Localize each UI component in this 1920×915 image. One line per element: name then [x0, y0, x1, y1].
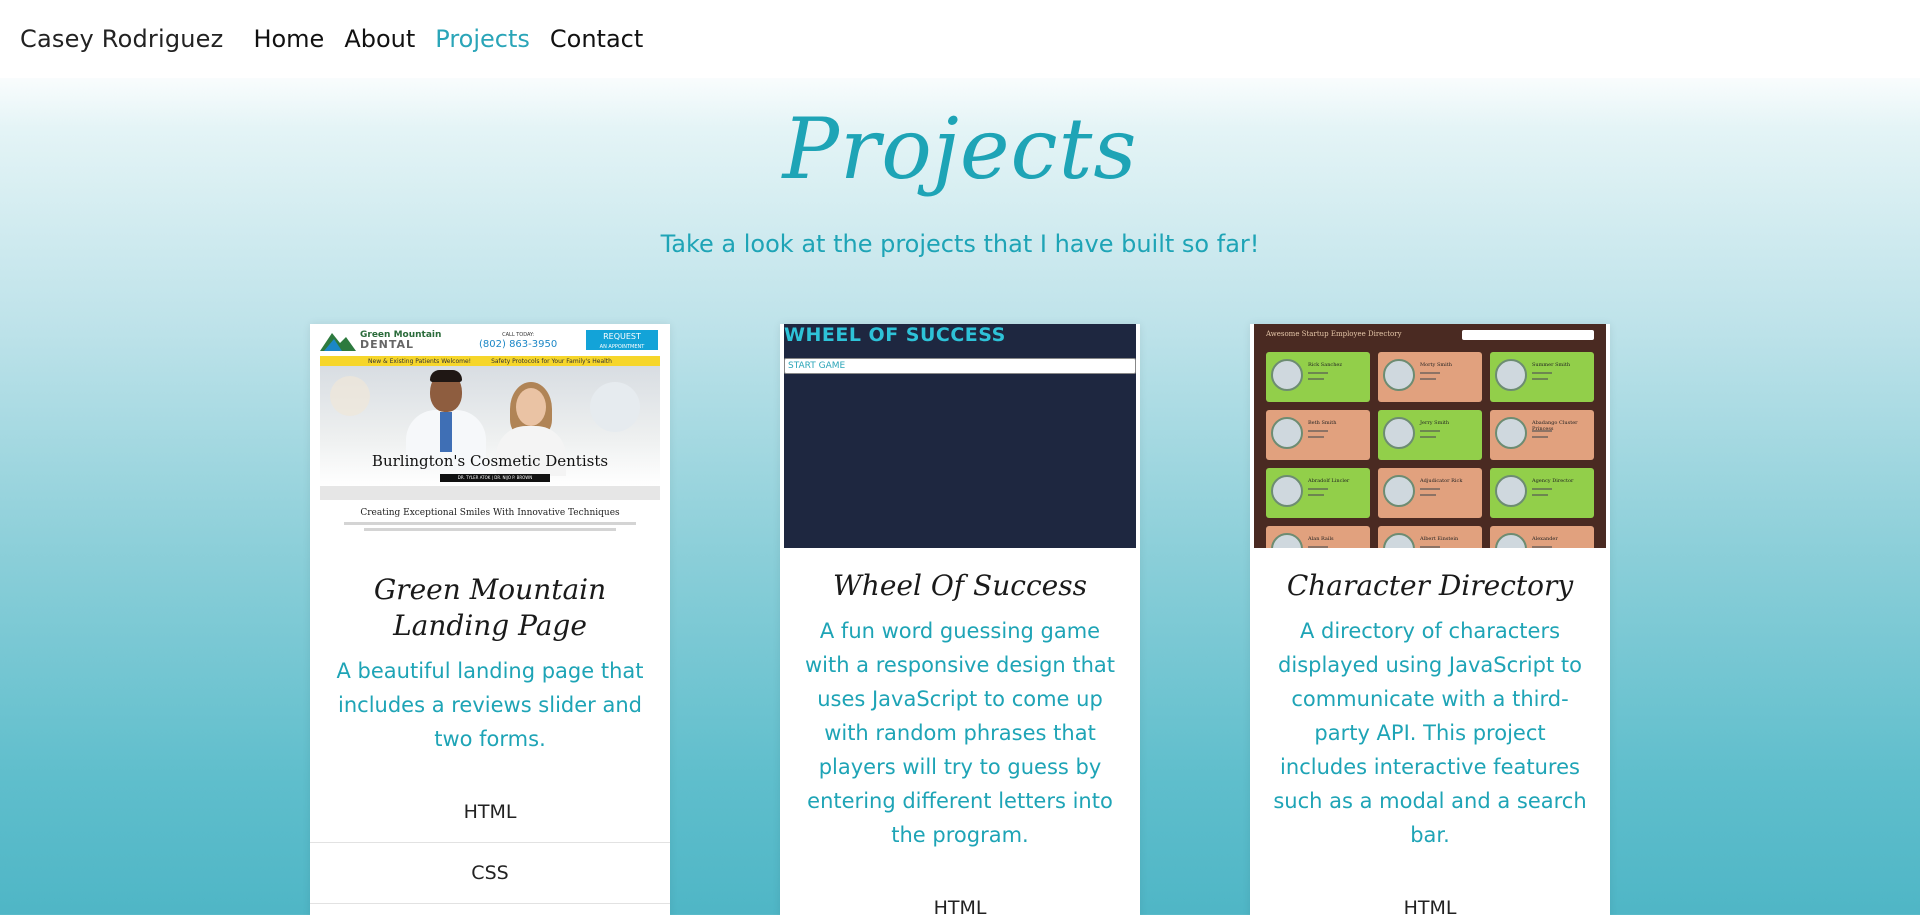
character-avatar: [1383, 475, 1415, 507]
thumb-hero-image: Burlington's Cosmetic Dentists DR. TYLER…: [320, 366, 660, 486]
project-description: A beautiful landing page that includes a…: [336, 659, 644, 751]
thumb-character-tile: Alexander: [1490, 526, 1594, 548]
project-card-wheel-of-success: WHEEL OF SUCCESS START GAME Wheel Of Suc…: [780, 324, 1140, 915]
thumb-header: Green Mountain DENTAL CALL TODAY: (802) …: [314, 324, 666, 356]
character-avatar: [1495, 475, 1527, 507]
character-avatar: [1271, 533, 1303, 548]
nav-link-contact[interactable]: Contact: [550, 25, 643, 53]
character-avatar: [1383, 533, 1415, 548]
character-name: Rick Sanchez: [1308, 362, 1343, 368]
project-title: Character Directory: [1286, 569, 1574, 602]
thumb-directory-title: Awesome Startup Employee Directory: [1266, 330, 1402, 338]
thumb-character-tile: Rick Sanchez: [1266, 352, 1370, 402]
thumb-character-tile: Morty Smith: [1378, 352, 1482, 402]
thumb-phone: CALL TODAY: (802) 863-3950: [479, 332, 558, 350]
character-name: Albert Einstein: [1420, 536, 1459, 542]
character-name: Alexander: [1532, 536, 1558, 542]
project-thumbnail[interactable]: WHEEL OF SUCCESS START GAME: [784, 324, 1136, 548]
thumb-address: [455, 337, 457, 343]
character-name: Morty Smith: [1420, 362, 1452, 368]
tech-item-css: CSS: [310, 843, 670, 904]
project-card-character-directory: Awesome Startup Employee Directory Rick …: [1250, 324, 1610, 915]
character-avatar: [1383, 417, 1415, 449]
project-title: Green Mountain Landing Page: [373, 573, 607, 642]
page-title: Projects: [782, 100, 1138, 198]
character-avatar: [1271, 475, 1303, 507]
thumb-character-tile: Jerry Smith: [1378, 410, 1482, 460]
character-name: Agency Director: [1532, 478, 1574, 484]
tech-item-html: HTML: [1250, 878, 1610, 915]
character-avatar: [1495, 359, 1527, 391]
nav-link-about[interactable]: About: [344, 25, 415, 53]
tech-list: HTML: [780, 878, 1140, 915]
project-thumbnail[interactable]: Awesome Startup Employee Directory Rick …: [1254, 324, 1606, 548]
thumb-request-button: REQUEST AN APPOINTMENT: [586, 330, 658, 350]
top-navbar: Casey Rodriguez Home About Projects Cont…: [0, 0, 1920, 78]
thumb-character-tile: Agency Director: [1490, 468, 1594, 518]
tech-item-html: HTML: [310, 782, 670, 843]
thumb-game-title: WHEEL OF SUCCESS: [784, 324, 1006, 346]
character-avatar: [1271, 359, 1303, 391]
nav-link-home[interactable]: Home: [253, 25, 324, 53]
thumb-character-tile: Abradolf Lincler: [1266, 468, 1370, 518]
thumb-logo: Green Mountain DENTAL: [360, 330, 442, 351]
character-avatar: [1495, 533, 1527, 548]
thumb-character-tile: Beth Smith: [1266, 410, 1370, 460]
thumb-character-tile: Abadango Cluster Princess: [1490, 410, 1594, 460]
mountain-logo-icon: [320, 333, 356, 351]
character-name: Abradolf Lincler: [1308, 478, 1350, 484]
nav-link-projects[interactable]: Projects: [435, 25, 530, 53]
character-name: Summer Smith: [1532, 362, 1571, 368]
tech-list: HTML CSS: [310, 782, 670, 904]
thumb-subheadline: Creating Exceptional Smiles With Innovat…: [360, 508, 620, 518]
thumb-character-grid: Rick Sanchez Morty Smith Summer Smith Beth …: [1266, 352, 1596, 548]
nav-links: Home About Projects Contact: [253, 25, 663, 53]
site-brand[interactable]: Casey Rodriguez: [20, 25, 223, 53]
thumb-character-tile: Adjudicator Rick: [1378, 468, 1482, 518]
thumb-banner: New & Existing Patients Welcome! Safety …: [320, 356, 660, 366]
project-description: A fun word guessing game with a responsi…: [804, 619, 1116, 847]
thumb-character-tile: Summer Smith: [1490, 352, 1594, 402]
character-avatar: [1271, 417, 1303, 449]
tech-item-html: HTML: [780, 878, 1140, 915]
thumb-start-button: START GAME: [784, 358, 1136, 374]
character-avatar: [1383, 359, 1415, 391]
character-name: Jerry Smith: [1420, 420, 1450, 426]
project-title: Wheel Of Success: [833, 569, 1087, 602]
page-subtitle: Take a look at the projects that I have …: [660, 230, 1260, 258]
thumb-character-tile: Alan Rails: [1266, 526, 1370, 548]
character-name: Beth Smith: [1308, 420, 1337, 426]
character-avatar: [1495, 417, 1527, 449]
character-name: Alan Rails: [1308, 536, 1334, 542]
tech-list: HTML: [1250, 878, 1610, 915]
project-thumbnail[interactable]: Green Mountain DENTAL CALL TODAY: (802) …: [314, 324, 666, 548]
thumb-search-box: [1462, 330, 1594, 340]
character-name: Adjudicator Rick: [1420, 478, 1463, 484]
project-description: A directory of characters displayed usin…: [1273, 619, 1587, 847]
project-card-green-mountain: Green Mountain DENTAL CALL TODAY: (802) …: [310, 324, 670, 915]
thumb-character-tile: Albert Einstein: [1378, 526, 1482, 548]
